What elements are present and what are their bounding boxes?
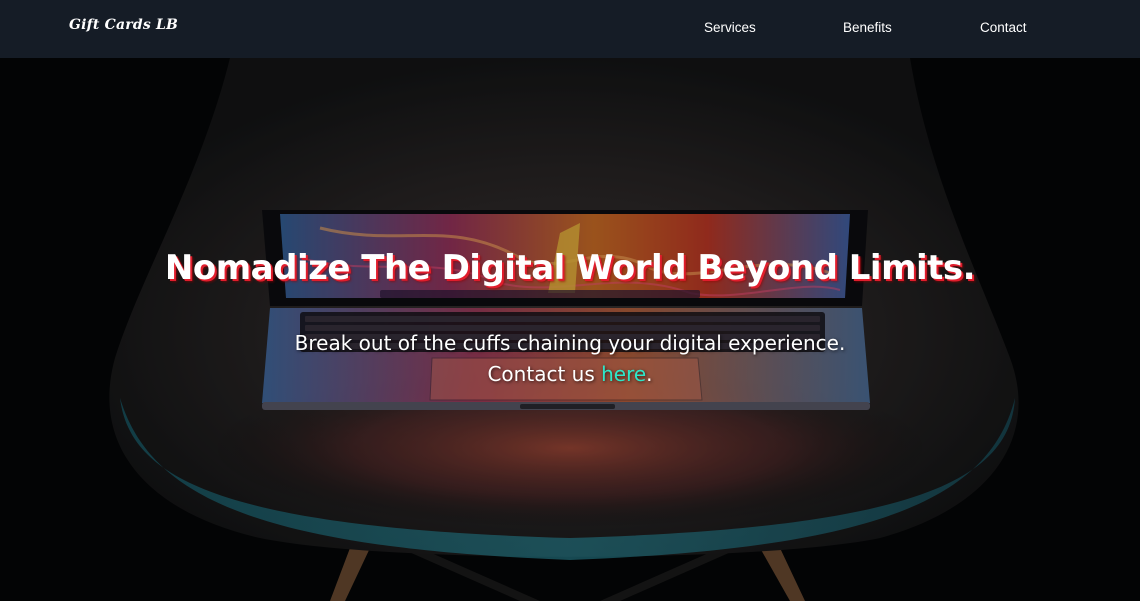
nav-link-services[interactable]: Services <box>704 20 756 35</box>
hero-subtitle-block: Break out of the cuffs chaining your dig… <box>0 328 1140 390</box>
hero-section: Nomadize The Digital World Beyond Limits… <box>0 58 1140 601</box>
contact-suffix: . <box>646 362 653 386</box>
contact-prefix: Contact us <box>487 362 595 386</box>
contact-line: Contact us here. <box>0 359 1140 390</box>
nav-link-benefits[interactable]: Benefits <box>843 20 892 35</box>
nav-link-contact[interactable]: Contact <box>980 20 1027 35</box>
hero-headline: Nomadize The Digital World Beyond Limits… <box>164 248 976 288</box>
contact-here-link[interactable]: here <box>601 362 646 386</box>
brand-logo[interactable]: Gift Cards LB <box>69 17 178 33</box>
top-navbar: Gift Cards LB Services Benefits Contact <box>0 0 1140 58</box>
hero-subtitle: Break out of the cuffs chaining your dig… <box>294 331 846 355</box>
